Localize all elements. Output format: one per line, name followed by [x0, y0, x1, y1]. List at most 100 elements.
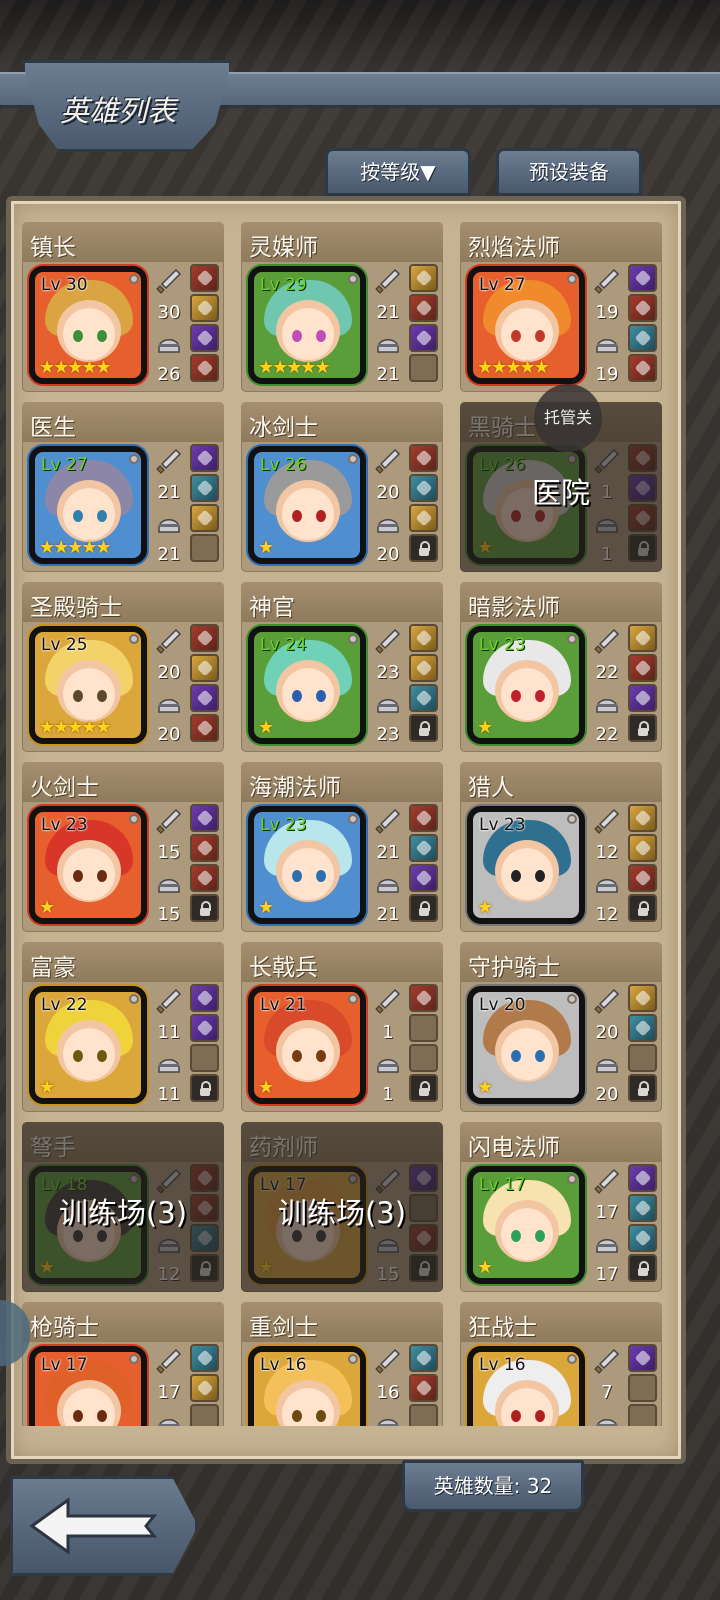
hero-portrait[interactable]: Lv 27 ★★★★★ [467, 266, 585, 384]
hero-portrait[interactable]: Lv 23 ★ [248, 806, 366, 924]
equipment-item-icon[interactable] [190, 504, 219, 532]
hero-portrait[interactable]: Lv 16 [467, 1346, 585, 1426]
equipment-item-icon[interactable] [190, 1374, 219, 1402]
equipment-item-icon[interactable] [628, 684, 657, 712]
hero-portrait[interactable]: Lv 29 ★★★★★ [248, 266, 366, 384]
empty-slot[interactable] [628, 1374, 657, 1402]
locked-slot-icon[interactable] [190, 894, 219, 922]
equipment-item-icon[interactable] [409, 1374, 438, 1402]
hero-portrait[interactable]: Lv 26 ★ [248, 446, 366, 564]
empty-slot[interactable] [409, 1404, 438, 1426]
equipment-item-icon[interactable] [628, 324, 657, 352]
locked-slot-icon[interactable] [409, 534, 438, 562]
locked-slot-icon[interactable] [190, 1074, 219, 1102]
hero-card[interactable]: 富豪 Lv 22 ★ 11 11 [22, 942, 224, 1112]
hero-card[interactable]: 海潮法师 Lv 23 ★ 21 21 [241, 762, 443, 932]
locked-slot-icon[interactable] [628, 714, 657, 742]
equipment-item-icon[interactable] [190, 714, 219, 742]
hero-card[interactable]: 狂战士 Lv 16 7 [460, 1302, 662, 1426]
equipment-item-icon[interactable] [628, 654, 657, 682]
hero-portrait[interactable]: Lv 16 [248, 1346, 366, 1426]
hero-card[interactable]: 弩手Lv 18★12训练场(3) [22, 1122, 224, 1292]
equipment-item-icon[interactable] [190, 624, 219, 652]
hero-card[interactable]: 烈焰法师 Lv 27 ★★★★★ 19 19 [460, 222, 662, 392]
auto-manage-toggle[interactable]: 托管关 [534, 384, 602, 452]
equipment-item-icon[interactable] [409, 984, 438, 1012]
equipment-item-icon[interactable] [409, 624, 438, 652]
equipment-item-icon[interactable] [190, 834, 219, 862]
equipment-item-icon[interactable] [409, 264, 438, 292]
hero-card[interactable]: 枪骑士 Lv 17 17 [22, 1302, 224, 1426]
equipment-item-icon[interactable] [190, 654, 219, 682]
equipment-item-icon[interactable] [409, 654, 438, 682]
equipment-item-icon[interactable] [628, 804, 657, 832]
hero-card[interactable]: 重剑士 Lv 16 16 [241, 1302, 443, 1426]
empty-slot[interactable] [409, 1014, 438, 1042]
hero-portrait[interactable]: Lv 23 ★ [29, 806, 147, 924]
hero-card[interactable]: 医生 Lv 27 ★★★★★ 21 21 [22, 402, 224, 572]
hero-portrait[interactable]: Lv 20 ★ [467, 986, 585, 1104]
hero-card[interactable]: 猎人 Lv 23 ★ 12 12 [460, 762, 662, 932]
equipment-item-icon[interactable] [409, 834, 438, 862]
equipment-item-icon[interactable] [190, 984, 219, 1012]
equipment-item-icon[interactable] [409, 684, 438, 712]
hero-card[interactable]: 暗影法师 Lv 23 ★ 22 22 [460, 582, 662, 752]
hero-grid-viewport[interactable]: 镇长 Lv 30 ★★★★★ 30 26 灵媒师 Lv 29 ★★★★★ 21 21 烈焰法师 Lv … [22, 222, 678, 1426]
locked-slot-icon[interactable] [409, 1074, 438, 1102]
equipment-item-icon[interactable] [190, 864, 219, 892]
equipment-item-icon[interactable] [190, 1014, 219, 1042]
equipment-item-icon[interactable] [628, 264, 657, 292]
equipment-item-icon[interactable] [190, 294, 219, 322]
equipment-item-icon[interactable] [190, 804, 219, 832]
equipment-item-icon[interactable] [628, 1164, 657, 1192]
equipment-item-icon[interactable] [190, 684, 219, 712]
equipment-item-icon[interactable] [190, 264, 219, 292]
equipment-item-icon[interactable] [628, 1194, 657, 1222]
equipment-item-icon[interactable] [628, 1014, 657, 1042]
empty-slot[interactable] [628, 1404, 657, 1426]
preset-equipment-button[interactable]: 预设装备 [496, 148, 642, 196]
equipment-item-icon[interactable] [409, 324, 438, 352]
hero-card[interactable]: 长戟兵 Lv 21 ★ 1 1 [241, 942, 443, 1112]
hero-card[interactable]: 冰剑士 Lv 26 ★ 20 20 [241, 402, 443, 572]
equipment-item-icon[interactable] [409, 294, 438, 322]
hero-card[interactable]: 黑骑士Lv 26★11医院托管关 [460, 384, 662, 572]
equipment-item-icon[interactable] [628, 354, 657, 382]
hero-portrait[interactable]: Lv 17 ★ [467, 1166, 585, 1284]
locked-slot-icon[interactable] [409, 894, 438, 922]
locked-slot-icon[interactable] [409, 714, 438, 742]
equipment-item-icon[interactable] [409, 474, 438, 502]
equipment-item-icon[interactable] [190, 1344, 219, 1372]
equipment-item-icon[interactable] [190, 324, 219, 352]
equipment-item-icon[interactable] [190, 474, 219, 502]
equipment-item-icon[interactable] [409, 1344, 438, 1372]
equipment-item-icon[interactable] [409, 504, 438, 532]
hero-portrait[interactable]: Lv 30 ★★★★★ [29, 266, 147, 384]
equipment-item-icon[interactable] [409, 864, 438, 892]
empty-slot[interactable] [409, 1044, 438, 1072]
hero-portrait[interactable]: Lv 23 ★ [467, 806, 585, 924]
back-arrow-icon[interactable] [28, 1496, 158, 1556]
empty-slot[interactable] [628, 1044, 657, 1072]
equipment-item-icon[interactable] [409, 804, 438, 832]
locked-slot-icon[interactable] [628, 1074, 657, 1102]
hero-card[interactable]: 药剂师Lv 17★15训练场(3) [241, 1122, 443, 1292]
hero-portrait[interactable]: Lv 17 [29, 1346, 147, 1426]
locked-slot-icon[interactable] [628, 1254, 657, 1282]
hero-portrait[interactable]: Lv 22 ★ [29, 986, 147, 1104]
hero-card[interactable]: 闪电法师 Lv 17 ★ 17 17 [460, 1122, 662, 1292]
hero-portrait[interactable]: Lv 21 ★ [248, 986, 366, 1104]
hero-card[interactable]: 神官 Lv 24 ★ 23 23 [241, 582, 443, 752]
locked-slot-icon[interactable] [628, 894, 657, 922]
equipment-item-icon[interactable] [409, 444, 438, 472]
hero-card[interactable]: 守护骑士 Lv 20 ★ 20 20 [460, 942, 662, 1112]
hero-portrait[interactable]: Lv 27 ★★★★★ [29, 446, 147, 564]
equipment-item-icon[interactable] [628, 1344, 657, 1372]
sort-by-level-button[interactable]: 按等级▼ [325, 148, 471, 196]
empty-slot[interactable] [190, 534, 219, 562]
equipment-item-icon[interactable] [628, 834, 657, 862]
empty-slot[interactable] [190, 1404, 219, 1426]
hero-card[interactable]: 圣殿骑士 Lv 25 ★★★★★ 20 20 [22, 582, 224, 752]
hero-portrait[interactable]: Lv 25 ★★★★★ [29, 626, 147, 744]
equipment-item-icon[interactable] [628, 1224, 657, 1252]
